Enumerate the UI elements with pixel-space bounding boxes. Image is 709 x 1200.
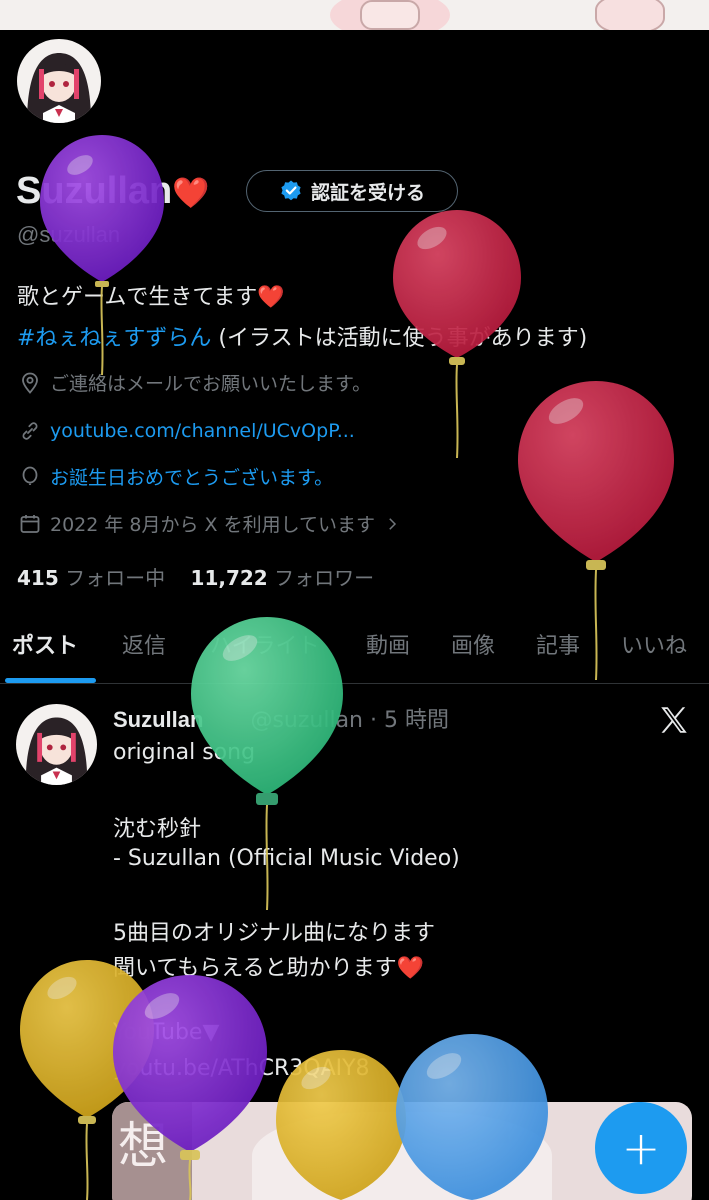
link-icon	[22, 422, 38, 440]
followers-count: 11,722	[190, 566, 268, 590]
active-tab-indicator	[5, 678, 96, 683]
heart-emoji: ❤️	[257, 285, 285, 310]
get-verified-label: 認証を受ける	[310, 181, 425, 204]
post-text-line: 5曲目のオリジナル曲になります	[113, 921, 435, 946]
compose-post-button[interactable]: +	[595, 1102, 687, 1194]
chevron-right-icon	[389, 517, 397, 530]
tab-likes[interactable]: いいね	[621, 628, 687, 660]
post-text: 聞いてもらえると助かります	[113, 956, 397, 981]
website-link[interactable]: youtube.com/channel/UCvOpP...	[50, 420, 355, 442]
post-text-line: 聞いてもらえると助かります❤️	[113, 950, 424, 982]
balloon-icon	[22, 466, 38, 485]
banner-art	[360, 0, 420, 30]
media-title-char: 想	[118, 1117, 168, 1175]
banner-art	[595, 0, 665, 30]
joined-row[interactable]: 2022 年 8月から X を利用しています	[18, 510, 401, 537]
profile-avatar[interactable]	[14, 36, 104, 126]
verified-badge-icon	[281, 180, 301, 201]
post-text-line: 沈む秒針	[113, 817, 202, 842]
post-youtube-link[interactable]: youtu.be/AThCR3QAIY8	[113, 1056, 370, 1081]
calendar-icon	[20, 514, 40, 533]
following-label: フォロー中	[65, 566, 166, 590]
following-count: 415	[17, 566, 59, 590]
profile-name-text: Suzullan	[16, 170, 173, 212]
post-text-line: original song	[113, 740, 256, 765]
tab-videos[interactable]: 動画	[366, 628, 410, 660]
post-text-line: YouTube▼	[113, 1020, 220, 1045]
followers-label: フォロワー	[274, 566, 375, 590]
profile-name: Suzullan❤️	[16, 170, 210, 213]
bio-line-2: #ねぇねぇすずらん (イラストは活動に使う事があります)	[17, 320, 587, 352]
post-handle-time: @suzullan · 5 時間	[250, 708, 449, 733]
tab-articles[interactable]: 記事	[536, 628, 580, 660]
post-text-line: - Suzullan (Official Music Video)	[113, 846, 460, 871]
bio-text: (イラストは活動に使う事があります)	[211, 326, 588, 351]
location-row: ご連絡はメールでお願いいたします。	[18, 369, 371, 396]
profile-banner[interactable]	[0, 0, 709, 30]
location-pin-icon	[22, 372, 38, 394]
get-verified-button[interactable]: 認証を受ける	[246, 170, 458, 212]
profile-tabs: ポスト 返信 ハイライト 動画 画像 記事 いいね	[0, 618, 709, 684]
tab-highlights[interactable]: ハイライト	[210, 628, 320, 660]
location-text: ご連絡はメールでお願いいたします。	[50, 373, 372, 395]
follow-stats: 415 フォロー中 11,722 フォロワー	[17, 562, 374, 591]
birthday-text[interactable]: お誕生日おめでとうございます。	[50, 463, 333, 490]
heart-emoji: ❤️	[396, 956, 424, 981]
media-art	[252, 1112, 552, 1200]
heart-emoji: ❤️	[172, 177, 210, 210]
avatar-illustration	[17, 39, 101, 123]
tab-replies[interactable]: 返信	[122, 628, 166, 660]
followers-link[interactable]: 11,722 フォロワー	[191, 566, 375, 590]
following-link[interactable]: 415 フォロー中	[17, 566, 165, 590]
x-logo-icon[interactable]	[657, 703, 691, 737]
tab-posts[interactable]: ポスト	[12, 628, 78, 660]
post-header: Suzullan @suzullan · 5 時間	[113, 702, 449, 734]
bio-text: 歌とゲームで生きてます	[17, 285, 258, 310]
bio-line-1: 歌とゲームで生きてます❤️	[17, 279, 285, 311]
website-row: youtube.com/channel/UCvOpP...	[18, 419, 355, 443]
avatar-illustration	[16, 704, 97, 785]
plus-icon: +	[621, 1121, 661, 1175]
joined-text: 2022 年 8月から X を利用しています	[50, 514, 376, 536]
profile-handle: @suzullan	[17, 222, 121, 247]
post-author-name[interactable]: Suzullan	[113, 707, 203, 732]
post-author-avatar[interactable]	[16, 704, 97, 785]
tab-photos[interactable]: 画像	[451, 628, 495, 660]
bio-hashtag-link[interactable]: #ねぇねぇすずらん	[17, 326, 211, 351]
birthday-row: お誕生日おめでとうございます。	[18, 463, 333, 490]
